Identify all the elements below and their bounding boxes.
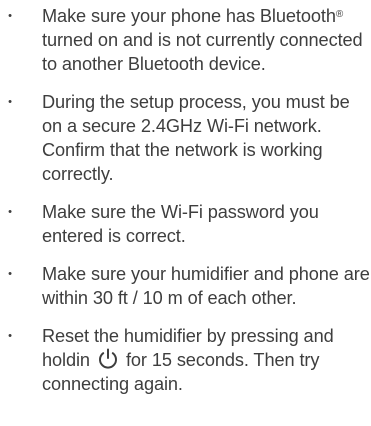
list-item: • Make sure the Wi-Fi password you enter… (0, 200, 371, 248)
bullet: • (8, 206, 12, 218)
item-text-part: Make sure your phone has Bluetooth (42, 6, 336, 26)
item-text-part: turned on and is not currently connected… (42, 30, 363, 74)
bullet: • (8, 268, 12, 280)
item-text: Make sure your phone has Bluetooth® turn… (42, 4, 371, 76)
list-item: • Make sure your phone has Bluetooth® tu… (0, 0, 371, 76)
bullet: • (8, 96, 12, 108)
item-text: During the setup process, you must be on… (42, 92, 350, 184)
bullet: • (8, 330, 12, 342)
troubleshooting-list: • Make sure your phone has Bluetooth® tu… (0, 0, 371, 396)
item-text: Make sure your humidifier and phone are … (42, 264, 370, 308)
power-icon (96, 348, 120, 370)
bullet: • (8, 10, 12, 22)
list-item: • Reset the humidifier by pressing and h… (0, 324, 371, 396)
registered-mark: ® (335, 9, 344, 20)
list-item: • Make sure your humidifier and phone ar… (0, 262, 371, 310)
list-item: • During the setup process, you must be … (0, 90, 371, 186)
item-text: Make sure the Wi-Fi password you entered… (42, 202, 319, 246)
item-text: Reset the humidifier by pressing and hol… (42, 324, 371, 396)
